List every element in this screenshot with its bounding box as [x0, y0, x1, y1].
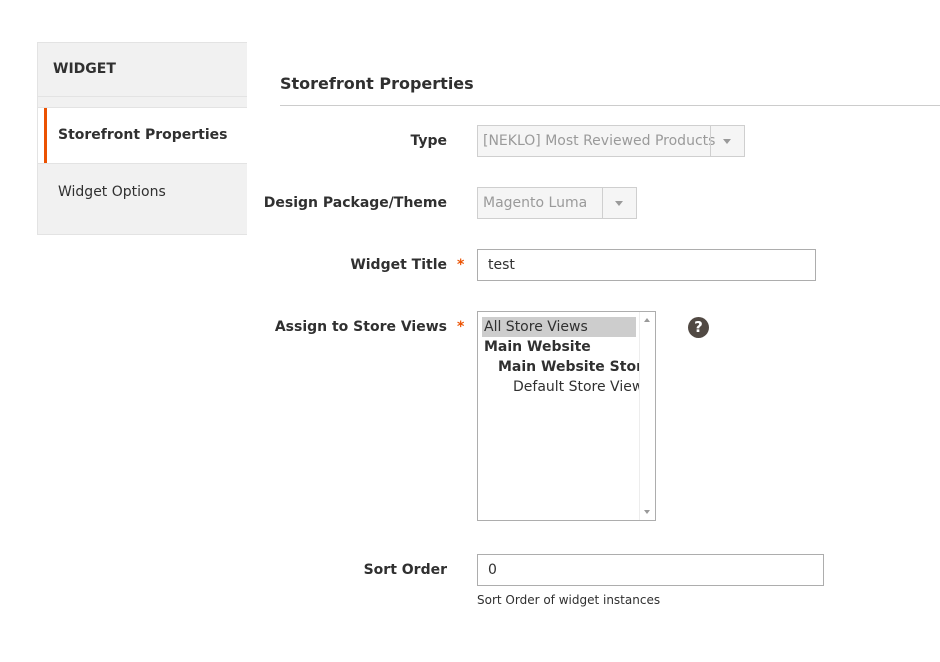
- type-label: Type: [410, 133, 447, 149]
- required-marker: *: [457, 319, 465, 335]
- sidebar-item-storefront-properties[interactable]: Storefront Properties: [38, 107, 247, 164]
- chevron-down-icon: [602, 188, 636, 218]
- chevron-down-icon: [710, 126, 744, 156]
- sort-order-label: Sort Order: [363, 562, 447, 578]
- store-view-option-main-website-store[interactable]: Main Website Store: [498, 357, 652, 377]
- theme-select[interactable]: Magento Luma: [477, 187, 637, 219]
- widget-title-input[interactable]: test: [477, 249, 816, 281]
- store-view-option-default[interactable]: Default Store View: [513, 377, 643, 397]
- theme-select-value: Magento Luma: [483, 195, 588, 211]
- store-view-option-main-website[interactable]: Main Website: [484, 337, 591, 357]
- store-view-option-all[interactable]: All Store Views: [482, 317, 636, 337]
- widget-title-label: Widget Title: [350, 257, 447, 273]
- sidebar-item-label: Storefront Properties: [58, 127, 228, 143]
- sidebar-title: WIDGET: [38, 43, 247, 97]
- question-circle-icon[interactable]: ?: [688, 317, 709, 338]
- type-select[interactable]: [NEKLO] Most Reviewed Products: [477, 125, 745, 157]
- sidebar-item-widget-options[interactable]: Widget Options: [38, 164, 247, 234]
- scroll-up-icon[interactable]: [644, 318, 650, 322]
- type-select-value: [NEKLO] Most Reviewed Products: [483, 133, 716, 149]
- section-divider: [280, 105, 940, 106]
- scroll-down-icon[interactable]: [644, 510, 650, 514]
- store-views-multiselect[interactable]: All Store Views Main Website Main Websit…: [477, 311, 656, 521]
- sort-order-note: Sort Order of widget instances: [477, 593, 661, 607]
- theme-label: Design Package/Theme: [263, 195, 447, 211]
- required-marker: *: [457, 257, 465, 273]
- sidebar: WIDGET Storefront Properties Widget Opti…: [37, 42, 247, 235]
- sidebar-item-label: Widget Options: [58, 184, 166, 200]
- section-title: Storefront Properties: [280, 74, 474, 93]
- sort-order-input[interactable]: 0: [477, 554, 824, 586]
- multiselect-scrollbar[interactable]: [639, 312, 655, 520]
- store-views-label: Assign to Store Views: [274, 319, 447, 335]
